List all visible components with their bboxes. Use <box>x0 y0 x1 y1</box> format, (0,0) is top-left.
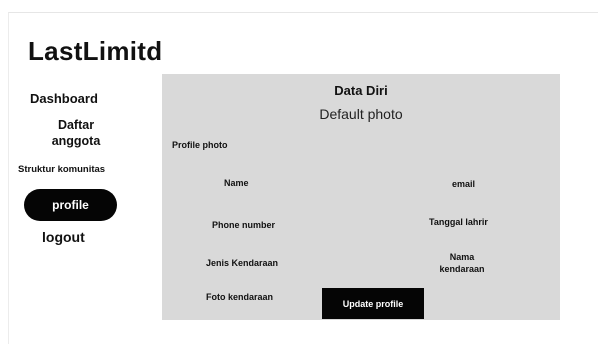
sidebar-item-profile[interactable]: profile <box>24 189 117 221</box>
foto-kendaraan-label: Foto kendaraan <box>206 292 274 302</box>
name-label: Name <box>224 178 249 188</box>
sidebar-item-struktur-komunitas[interactable]: Struktur komunitas <box>18 164 105 175</box>
brand-logo: LastLimitd <box>28 36 163 66</box>
default-photo-placeholder[interactable]: Default photo <box>162 106 560 122</box>
profile-panel: Data Diri Default photo Profile photo Na… <box>162 74 560 320</box>
profile-photo-label: Profile photo <box>172 140 228 150</box>
nama-kendaraan-label: Nama kendaraan <box>439 252 485 274</box>
update-profile-button[interactable]: Update profile <box>322 288 424 319</box>
phone-number-label: Phone number <box>212 220 276 230</box>
sidebar-item-dashboard[interactable]: Dashboard <box>30 91 98 106</box>
sidebar-item-daftar-anggota[interactable]: Daftar anggota <box>44 117 108 149</box>
tanggal-lahir-label: Tanggal lahrir <box>429 217 488 227</box>
panel-title: Data Diri <box>334 83 388 98</box>
sidebar-item-logout[interactable]: logout <box>42 229 85 245</box>
email-label: email <box>452 179 476 189</box>
jenis-kendaraan-label: Jenis Kendaraan <box>206 258 279 268</box>
